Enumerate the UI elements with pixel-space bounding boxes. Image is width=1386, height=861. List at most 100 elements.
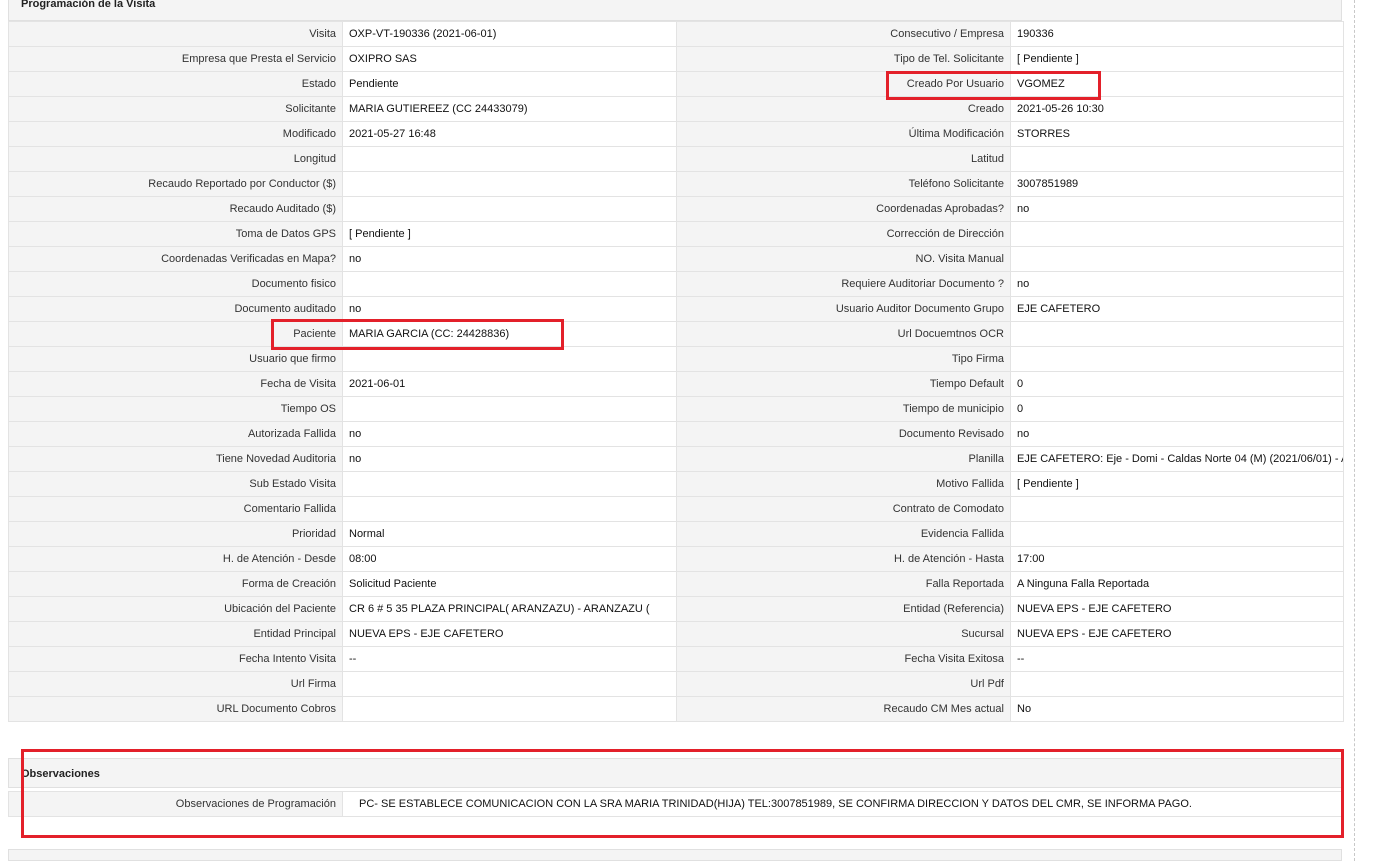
field-label-left: Solicitante	[8, 96, 343, 122]
table-row: Recaudo Reportado por Conductor ($) Teléf…	[8, 171, 1344, 197]
field-label-right: Entidad (Referencia)	[676, 596, 1011, 622]
field-value-left: Normal	[342, 521, 677, 547]
table-row: Modificado 2021-05-27 16:48 Última Modific…	[8, 121, 1344, 147]
field-value-right: no	[1010, 271, 1344, 297]
field-label-left: Recaudo Auditado ($)	[8, 196, 343, 222]
field-label-right: Latitud	[676, 146, 1011, 172]
table-row: Documento auditado no Usuario Auditor Doc…	[8, 296, 1344, 322]
field-value-left: 2021-06-01	[342, 371, 677, 397]
field-label-left: Sub Estado Visita	[8, 471, 343, 497]
programacion-header: Programación de la Visita	[8, 0, 1342, 21]
field-value-left: CR 6 # 5 35 PLAZA PRINCIPAL( ARANZAZU) -…	[342, 596, 677, 622]
field-value-right	[1010, 346, 1344, 372]
field-value-left	[342, 671, 677, 697]
field-label-right: H. de Atención - Hasta	[676, 546, 1011, 572]
table-row: Entidad Principal NUEVA EPS - EJE CAFETER…	[8, 621, 1344, 647]
field-value-right: 3007851989	[1010, 171, 1344, 197]
table-row: Longitud Latitud	[8, 146, 1344, 172]
field-label-left: Toma de Datos GPS	[8, 221, 343, 247]
table-row: URL Documento Cobros Recaudo CM Mes actua…	[8, 696, 1344, 722]
table-row: Forma de Creación Solicitud Paciente Falla…	[8, 571, 1344, 597]
field-value-right	[1010, 246, 1344, 272]
field-label-left: Estado	[8, 71, 343, 97]
field-label-left: Coordenadas Verificadas en Mapa?	[8, 246, 343, 272]
field-label-right: Última Modificación	[676, 121, 1011, 147]
field-value-right: 0	[1010, 371, 1344, 397]
field-label-left: Usuario que firmo	[8, 346, 343, 372]
table-row: Autorizada Fallida no Documento Revisado …	[8, 421, 1344, 447]
table-row: Solicitante MARIA GUTIEREEZ (CC 24433079)…	[8, 96, 1344, 122]
field-value-left: 08:00	[342, 546, 677, 572]
field-label-right: Evidencia Fallida	[676, 521, 1011, 547]
field-value-left: --	[342, 646, 677, 672]
table-row: Observaciones de Programación PC- SE EST…	[8, 791, 1344, 817]
field-value-right: NUEVA EPS - EJE CAFETERO	[1010, 621, 1344, 647]
field-label-right: Url Pdf	[676, 671, 1011, 697]
table-row: Prioridad Normal Evidencia Fallida	[8, 521, 1344, 547]
field-label-right: Recaudo CM Mes actual	[676, 696, 1011, 722]
table-row: Empresa que Presta el Servicio OXIPRO SAS…	[8, 46, 1344, 72]
field-label-left: Visita	[8, 21, 343, 47]
field-label-right: Creado	[676, 96, 1011, 122]
field-value-left: [ Pendiente ]	[342, 221, 677, 247]
field-value-right	[1010, 321, 1344, 347]
field-label-right: Sucursal	[676, 621, 1011, 647]
visit-detail-page: Programación de la Visita Visita OXP-VT-1…	[0, 0, 1386, 861]
table-row: Tiene Novedad Auditoria no Planilla EJE CA…	[8, 446, 1344, 472]
field-value-left: no	[342, 246, 677, 272]
table-row: Tiempo OS Tiempo de municipio 0	[8, 396, 1344, 422]
field-value-left	[342, 696, 677, 722]
field-label-right: Planilla	[676, 446, 1011, 472]
field-label-right: NO. Visita Manual	[676, 246, 1011, 272]
field-label-right: Tiempo Default	[676, 371, 1011, 397]
table-row: Comentario Fallida Contrato de Comodato	[8, 496, 1344, 522]
field-label-left: Prioridad	[8, 521, 343, 547]
field-value-left: no	[342, 296, 677, 322]
field-label-right: Consecutivo / Empresa	[676, 21, 1011, 47]
field-value-right: 190336	[1010, 21, 1344, 47]
table-row: Visita OXP-VT-190336 (2021-06-01) Consecut…	[8, 21, 1344, 47]
programacion-title: Programación de la Visita	[21, 0, 156, 10]
field-value-right: A Ninguna Falla Reportada	[1010, 571, 1344, 597]
observaciones-header: Observaciones	[8, 758, 1342, 788]
field-value-left: NUEVA EPS - EJE CAFETERO	[342, 621, 677, 647]
field-value-left: no	[342, 446, 677, 472]
field-label-left: Documento auditado	[8, 296, 343, 322]
field-value-right: no	[1010, 421, 1344, 447]
field-label-left: Fecha Intento Visita	[8, 646, 343, 672]
field-label-left: Recaudo Reportado por Conductor ($)	[8, 171, 343, 197]
field-label-left: Tiempo OS	[8, 396, 343, 422]
field-value-right	[1010, 496, 1344, 522]
table-row: Url Firma Url Pdf	[8, 671, 1344, 697]
field-label-right: Documento Revisado	[676, 421, 1011, 447]
field-value-right: 0	[1010, 396, 1344, 422]
field-label-left: H. de Atención - Desde	[8, 546, 343, 572]
field-value-right: NUEVA EPS - EJE CAFETERO	[1010, 596, 1344, 622]
field-label-right: Fecha Visita Exitosa	[676, 646, 1011, 672]
field-value-left	[342, 471, 677, 497]
table-row: Fecha Intento Visita -- Fecha Visita Exit…	[8, 646, 1344, 672]
field-value-left: MARIA GARCIA (CC: 24428836)	[342, 321, 677, 347]
table-row: Sub Estado Visita Motivo Fallida[ Pendien…	[8, 471, 1344, 497]
table-row: Ubicación del Paciente CR 6 # 5 35 PLAZA …	[8, 596, 1344, 622]
field-value-right: 2021-05-26 10:30	[1010, 96, 1344, 122]
next-section-header	[8, 849, 1342, 861]
field-value-right: no	[1010, 196, 1344, 222]
observaciones-label: Observaciones de Programación	[8, 791, 343, 817]
field-value-left	[342, 271, 677, 297]
table-row: Usuario que firmo Tipo Firma	[8, 346, 1344, 372]
field-value-right	[1010, 146, 1344, 172]
field-value-left	[342, 346, 677, 372]
field-label-left: Empresa que Presta el Servicio	[8, 46, 343, 72]
field-label-right: Coordenadas Aprobadas?	[676, 196, 1011, 222]
field-label-right: Usuario Auditor Documento Grupo	[676, 296, 1011, 322]
field-value-right: [ Pendiente ]	[1010, 46, 1344, 72]
observaciones-table: Observaciones de Programación PC- SE EST…	[8, 791, 1344, 817]
field-value-right	[1010, 521, 1344, 547]
field-label-left: Forma de Creación	[8, 571, 343, 597]
table-row: H. de Atención - Desde 08:00 H. de Atenció…	[8, 546, 1344, 572]
dashed-divider	[1354, 0, 1355, 861]
field-label-left: Documento fisico	[8, 271, 343, 297]
field-label-right: Tipo de Tel. Solicitante	[676, 46, 1011, 72]
field-label-left: URL Documento Cobros	[8, 696, 343, 722]
